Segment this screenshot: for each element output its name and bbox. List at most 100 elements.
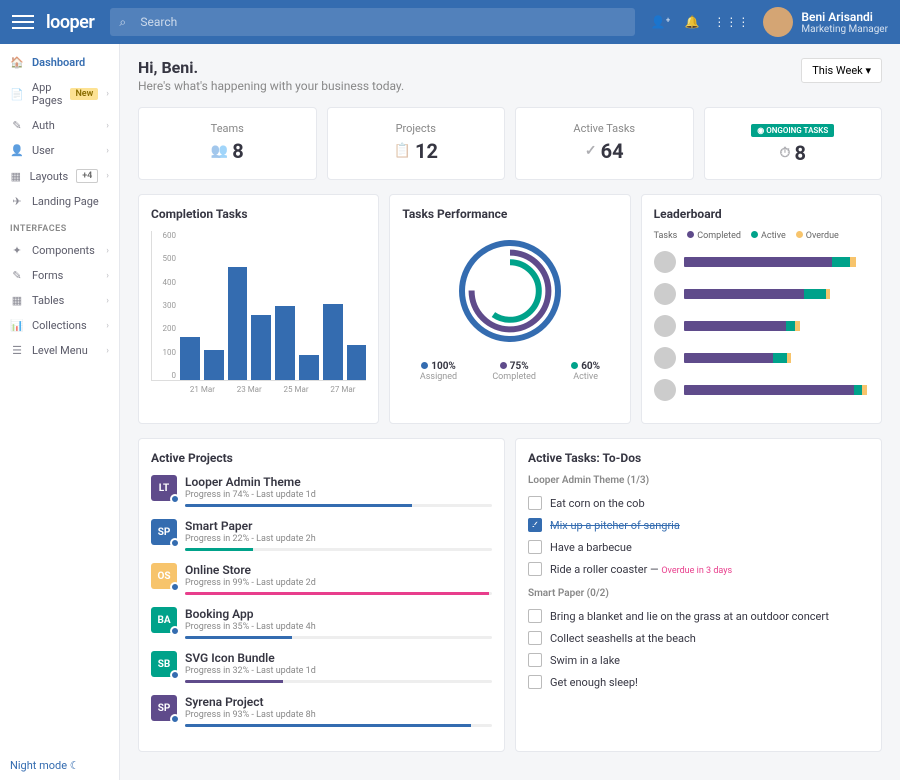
leader-bar bbox=[684, 289, 869, 299]
sidebar-item-landing-page[interactable]: ✈Landing Page bbox=[0, 189, 119, 214]
search-input[interactable] bbox=[110, 8, 634, 36]
project-item[interactable]: SPSmart PaperProgress in 22% - Last upda… bbox=[151, 519, 492, 551]
sidebar-section-label: INTERFACES bbox=[0, 214, 119, 238]
project-meta: Progress in 32% - Last update 1d bbox=[185, 666, 492, 676]
project-name: Booking App bbox=[185, 607, 492, 621]
legend-item: 60%Active bbox=[571, 361, 600, 382]
date-range-button[interactable]: This Week ▾ bbox=[801, 58, 882, 83]
leaderboard-row bbox=[654, 379, 869, 401]
sidebar-item-layouts[interactable]: ▦Layouts+4› bbox=[0, 163, 119, 189]
chart-bar bbox=[204, 350, 224, 380]
todo-checkbox[interactable] bbox=[528, 675, 542, 689]
project-name: SVG Icon Bundle bbox=[185, 651, 492, 665]
project-badge: BA bbox=[151, 607, 177, 633]
sidebar-item-collections[interactable]: 📊Collections› bbox=[0, 313, 119, 338]
chart-bar bbox=[251, 315, 271, 380]
sidebar-item-user[interactable]: 👤User› bbox=[0, 138, 119, 163]
nav-icon: ☰ bbox=[10, 344, 24, 357]
nav-label: Level Menu bbox=[32, 344, 98, 357]
menu-toggle[interactable] bbox=[12, 11, 34, 33]
todo-checkbox[interactable] bbox=[528, 562, 542, 576]
todo-item[interactable]: Bring a blanket and lie on the grass at … bbox=[528, 605, 869, 627]
sidebar-item-dashboard[interactable]: 🏠Dashboard bbox=[0, 50, 119, 75]
project-meta: Progress in 22% - Last update 2h bbox=[185, 534, 492, 544]
tasks-performance-card: Tasks Performance 100%Assigned75%Complet… bbox=[389, 194, 630, 424]
nav-icon: ✦ bbox=[10, 244, 24, 257]
leaderboard-row bbox=[654, 315, 869, 337]
sidebar-item-forms[interactable]: ✎Forms› bbox=[0, 263, 119, 288]
project-badge: SB bbox=[151, 651, 177, 677]
nav-label: App Pages bbox=[32, 81, 63, 107]
project-meta: Progress in 74% - Last update 1d bbox=[185, 490, 492, 500]
chevron-right-icon: › bbox=[106, 346, 109, 356]
todo-checkbox[interactable]: ✓ bbox=[528, 518, 542, 532]
project-item[interactable]: BABooking AppProgress in 35% - Last upda… bbox=[151, 607, 492, 639]
nav-icon: 📄 bbox=[10, 88, 24, 101]
stat-card[interactable]: Projects📋12 bbox=[327, 107, 506, 180]
project-progress bbox=[185, 592, 492, 595]
project-item[interactable]: OS Online StoreProgress in 99% - Last upd… bbox=[151, 563, 492, 595]
project-item[interactable]: SPSyrena ProjectProgress in 93% - Last u… bbox=[151, 695, 492, 727]
notifications-icon[interactable]: 🔔 bbox=[684, 15, 699, 29]
nav-icon: 🏠 bbox=[10, 56, 24, 69]
project-meta: Progress in 99% - Last update 2d bbox=[185, 578, 492, 588]
active-tasks-card: Active Tasks: To-Dos Looper Admin Theme … bbox=[515, 438, 882, 752]
night-mode-toggle[interactable]: Night mode ☾ bbox=[10, 759, 80, 772]
nav-label: Auth bbox=[32, 119, 98, 132]
todo-item[interactable]: ✓Mix up a pitcher of sangria bbox=[528, 514, 869, 536]
project-name: Online Store bbox=[185, 563, 492, 577]
nav-label: Landing Page bbox=[32, 195, 109, 208]
todo-text: Eat corn on the cob bbox=[550, 497, 645, 510]
todo-item[interactable]: Swim in a lake bbox=[528, 649, 869, 671]
nav-icon: ▦ bbox=[10, 294, 24, 307]
todo-text: Have a barbecue bbox=[550, 541, 632, 554]
main-content: Hi, Beni. Here's what's happening with y… bbox=[120, 44, 900, 780]
stat-label: Active Tasks bbox=[530, 122, 679, 135]
todo-item[interactable]: Ride a roller coaster — Overdue in 3 day… bbox=[528, 558, 869, 580]
nav-label: User bbox=[32, 144, 98, 157]
project-badge: SP bbox=[151, 519, 177, 545]
sidebar-item-components[interactable]: ✦Components› bbox=[0, 238, 119, 263]
leader-avatar bbox=[654, 347, 676, 369]
add-user-icon[interactable]: 👤⁺ bbox=[651, 15, 671, 29]
project-badge: OS bbox=[151, 563, 177, 589]
sidebar-item-tables[interactable]: ▦Tables› bbox=[0, 288, 119, 313]
project-progress bbox=[185, 724, 492, 727]
project-meta: Progress in 93% - Last update 8h bbox=[185, 710, 492, 720]
logo: looper bbox=[46, 12, 94, 33]
stat-card[interactable]: ◉ ONGOING TASKS⏱8 bbox=[704, 107, 883, 180]
project-progress bbox=[185, 636, 492, 639]
nav-label: Components bbox=[32, 244, 98, 257]
todo-text: Collect seashells at the beach bbox=[550, 632, 696, 645]
stat-card[interactable]: Teams👥8 bbox=[138, 107, 317, 180]
apps-icon[interactable]: ⋮⋮⋮ bbox=[713, 15, 749, 29]
user-menu[interactable]: Beni Arisandi Marketing Manager bbox=[763, 7, 888, 37]
todo-checkbox[interactable] bbox=[528, 609, 542, 623]
todo-item[interactable]: Eat corn on the cob bbox=[528, 492, 869, 514]
user-role: Marketing Manager bbox=[801, 24, 888, 35]
chevron-right-icon: › bbox=[106, 89, 109, 99]
nav-icon: 👤 bbox=[10, 144, 24, 157]
todo-item[interactable]: Have a barbecue bbox=[528, 536, 869, 558]
leader-avatar bbox=[654, 379, 676, 401]
chart-bar bbox=[347, 345, 367, 380]
todo-item[interactable]: Collect seashells at the beach bbox=[528, 627, 869, 649]
sidebar-item-level-menu[interactable]: ☰ Level Menu › bbox=[0, 338, 119, 363]
todo-checkbox[interactable] bbox=[528, 496, 542, 510]
donut-chart bbox=[440, 231, 580, 351]
stat-icon: ⏱ bbox=[780, 145, 791, 161]
todo-checkbox[interactable] bbox=[528, 653, 542, 667]
nav-label: Tables bbox=[32, 294, 98, 307]
nav-icon: ✎ bbox=[10, 269, 24, 282]
nav-icon: 📊 bbox=[10, 319, 24, 332]
project-item[interactable]: SB SVG Icon BundleProgress in 32% - Last … bbox=[151, 651, 492, 683]
todo-checkbox[interactable] bbox=[528, 540, 542, 554]
sidebar-item-auth[interactable]: ✎Auth› bbox=[0, 113, 119, 138]
stat-card[interactable]: Active Tasks✓64 bbox=[515, 107, 694, 180]
todo-checkbox[interactable] bbox=[528, 631, 542, 645]
todo-item[interactable]: Get enough sleep! bbox=[528, 671, 869, 693]
sidebar-item-app-pages[interactable]: 📄App PagesNew› bbox=[0, 75, 119, 113]
leaderboard-card: Leaderboard TasksCompletedActiveOverdue bbox=[641, 194, 882, 424]
project-item[interactable]: LTLooper Admin ThemeProgress in 74% - La… bbox=[151, 475, 492, 507]
todo-text: Get enough sleep! bbox=[550, 676, 638, 689]
